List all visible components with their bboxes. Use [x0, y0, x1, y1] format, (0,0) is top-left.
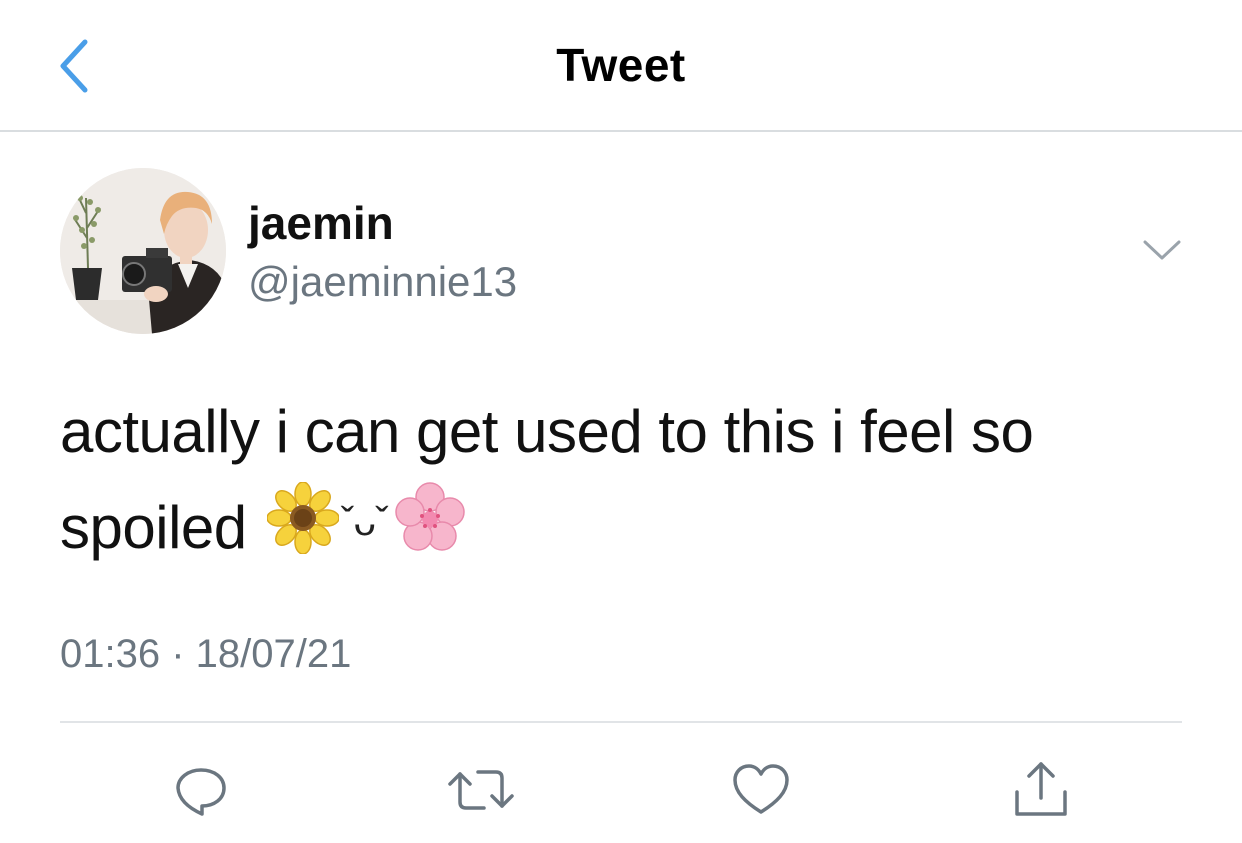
- cherry-blossom-emoji: [394, 482, 466, 582]
- reply-icon: [176, 768, 226, 816]
- sunflower-emoji: [266, 481, 340, 582]
- retweet-icon: [448, 770, 514, 810]
- tweet-text-line-1: actually i can get used to this i feel s…: [60, 398, 1034, 465]
- navigation-bar: Tweet: [0, 0, 1242, 132]
- retweet-button[interactable]: [446, 755, 516, 825]
- divider: [60, 721, 1182, 723]
- tweet-detail-screen: Tweet jaemin @jaeminnie13 actually i can…: [0, 0, 1242, 843]
- page-title: Tweet: [556, 39, 686, 91]
- reply-button[interactable]: [166, 755, 236, 825]
- like-icon: [733, 764, 789, 814]
- chevron-down-icon: [1143, 240, 1181, 260]
- display-name[interactable]: jaemin: [248, 196, 394, 250]
- avatar[interactable]: [60, 168, 226, 334]
- more-options-button[interactable]: [1140, 232, 1184, 268]
- like-button[interactable]: [726, 755, 796, 825]
- user-handle[interactable]: @jaeminnie13: [248, 258, 517, 306]
- share-icon: [1015, 762, 1067, 816]
- kaomoji: ˇᴗˇ: [340, 500, 389, 545]
- tweet-text-line-2: spoiled: [60, 494, 247, 561]
- avatar-image: [60, 168, 226, 334]
- tweet-timestamp: 01:36 · 18/07/21: [60, 632, 352, 676]
- share-button[interactable]: [1006, 755, 1076, 825]
- tweet-text: actually i can get used to this i feel s…: [60, 384, 1190, 582]
